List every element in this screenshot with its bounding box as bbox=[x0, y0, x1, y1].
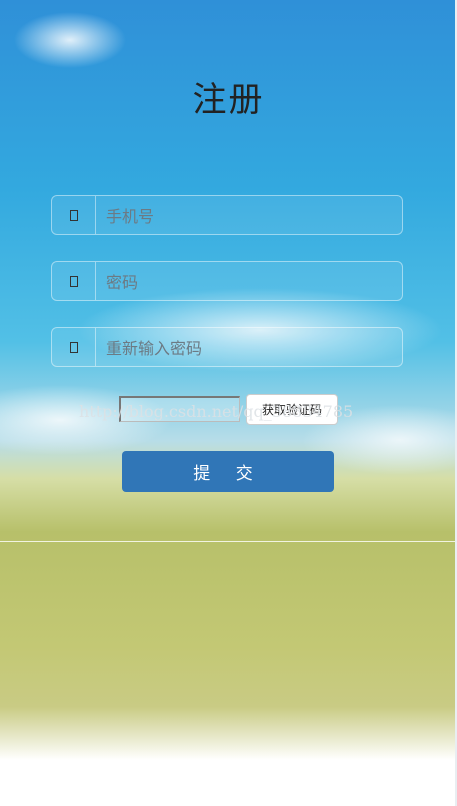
submit-button[interactable]: 提 交 bbox=[122, 451, 334, 492]
confirm-password-input[interactable] bbox=[104, 328, 398, 368]
phone-icon bbox=[52, 196, 96, 234]
page-title: 注册 bbox=[192, 80, 265, 120]
get-verify-code-button[interactable]: 获取验证码 bbox=[246, 394, 338, 425]
verify-code-input[interactable] bbox=[119, 396, 240, 422]
lock-icon bbox=[52, 262, 96, 300]
password-field[interactable] bbox=[51, 261, 403, 302]
background-divider bbox=[0, 541, 457, 542]
lock-icon bbox=[52, 328, 96, 366]
confirm-password-field[interactable] bbox=[51, 327, 403, 368]
password-input[interactable] bbox=[104, 262, 398, 302]
phone-field[interactable] bbox=[51, 195, 403, 236]
phone-input[interactable] bbox=[104, 196, 398, 236]
